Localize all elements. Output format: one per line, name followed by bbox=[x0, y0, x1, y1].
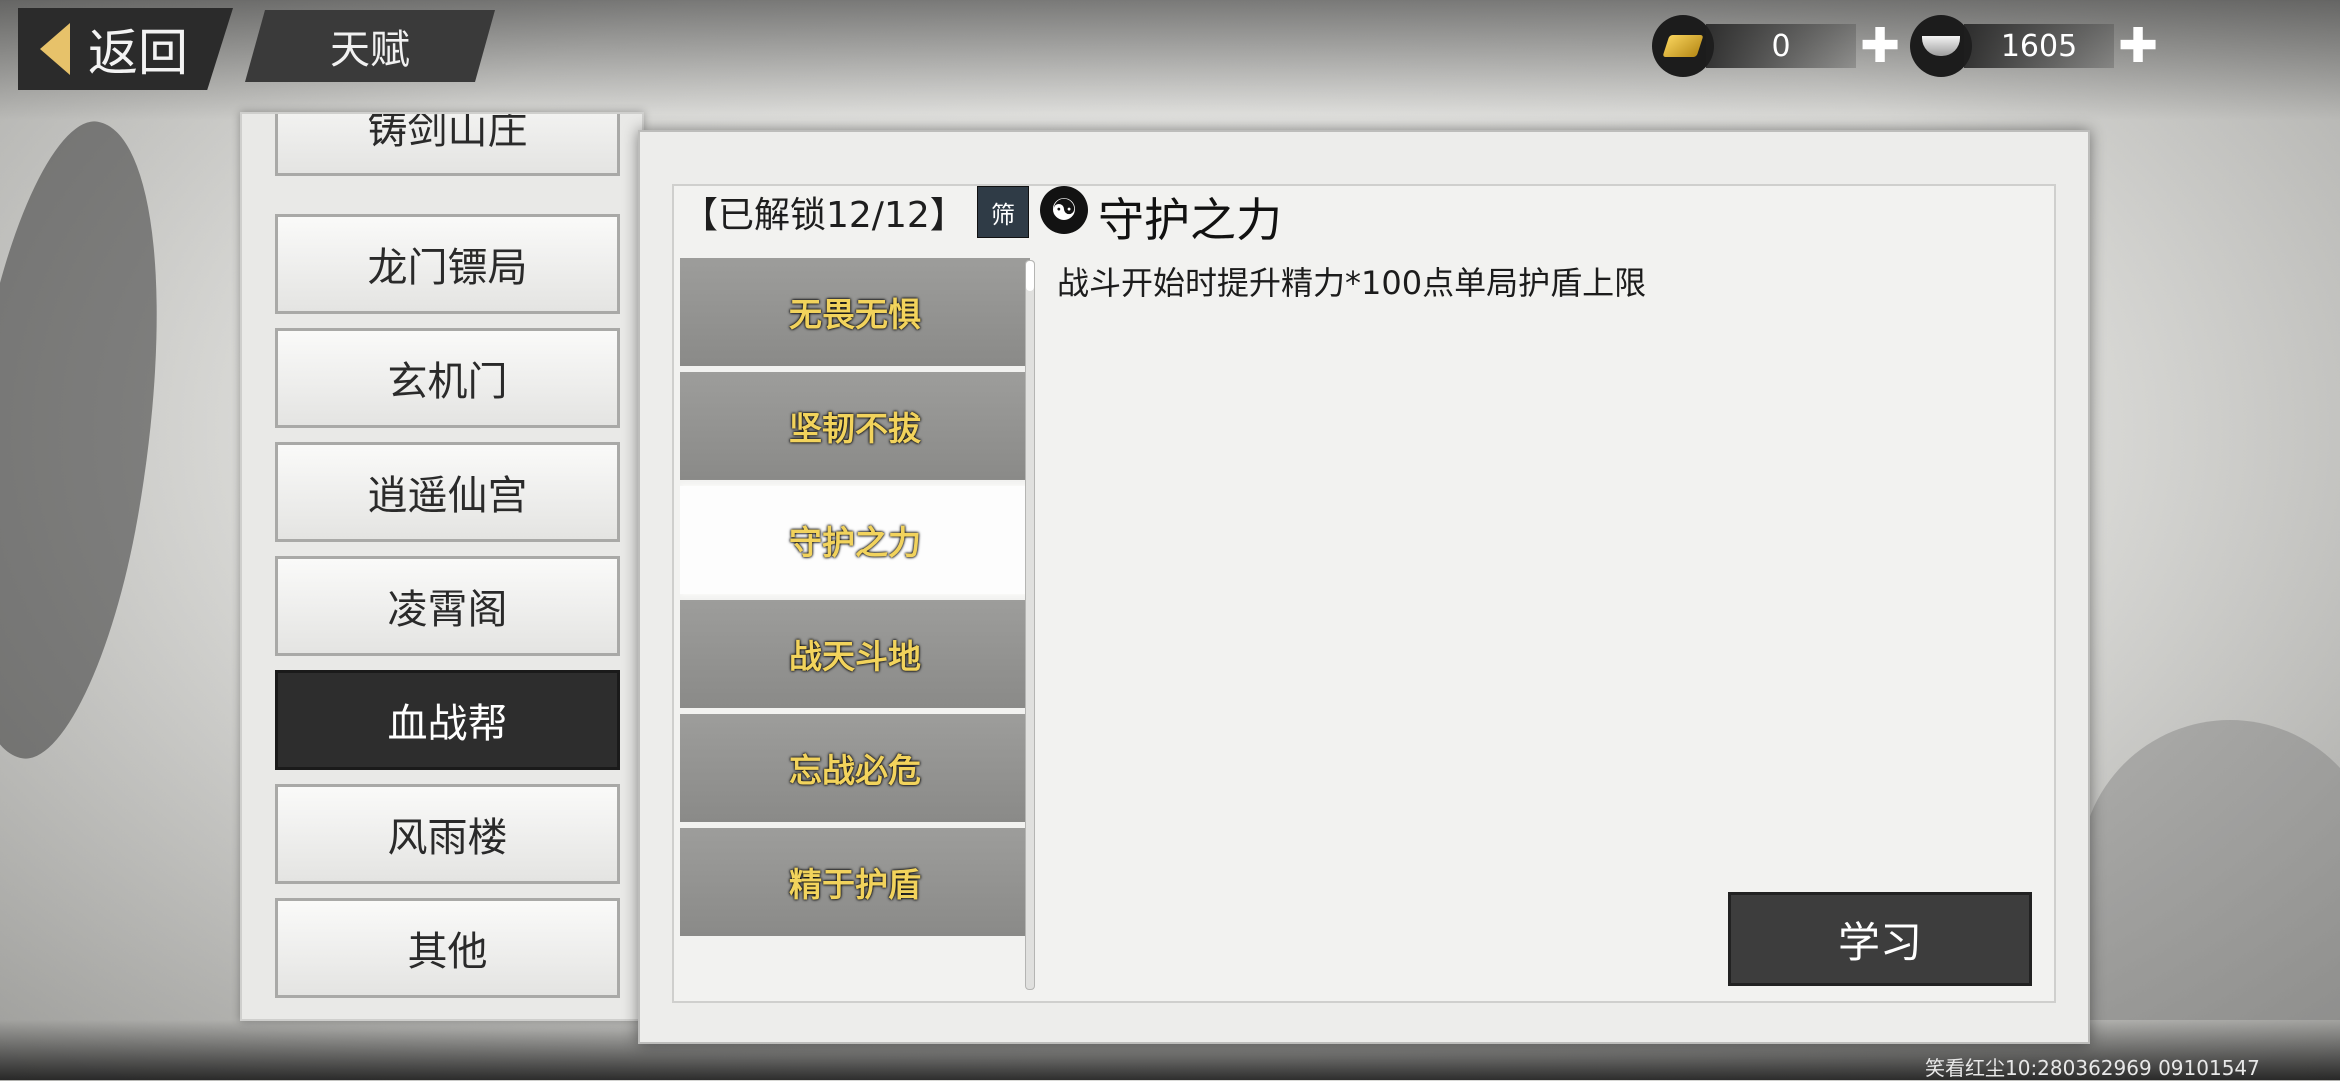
watermark: 笑看红尘10:280362969 09101547 bbox=[1925, 1056, 2260, 1080]
sect-item-other[interactable]: 其他 bbox=[275, 898, 620, 998]
page-title: 天赋 bbox=[245, 10, 495, 82]
talent-item[interactable]: 忘战必危 bbox=[680, 714, 1030, 822]
bamboo-decoration bbox=[0, 109, 205, 771]
sect-label: 其他 bbox=[407, 929, 488, 975]
sect-item-zhujian[interactable]: 铸剑山庄 bbox=[275, 112, 620, 176]
sect-label: 铸剑山庄 bbox=[367, 112, 528, 153]
sect-label: 龙门镖局 bbox=[367, 245, 528, 291]
sect-item-xiaoyao[interactable]: 逍遥仙宫 bbox=[275, 442, 620, 542]
sect-list[interactable]: 铸剑山庄 龙门镖局 玄机门 逍遥仙宫 凌霄阁 血战帮 风雨楼 其他 bbox=[240, 112, 644, 1021]
talent-emblem-icon: ☯ bbox=[1040, 186, 1088, 234]
silver-ingot-icon bbox=[1910, 15, 1972, 77]
talent-item[interactable]: 战天斗地 bbox=[680, 600, 1030, 708]
back-button[interactable]: 返回 bbox=[18, 8, 233, 90]
talent-title: 守护之力 bbox=[1098, 193, 1282, 247]
sect-item-longmen[interactable]: 龙门镖局 bbox=[275, 214, 620, 314]
talent-label: 战天斗地 bbox=[789, 637, 921, 676]
scroll-thumb[interactable] bbox=[1026, 261, 1034, 291]
talent-label: 守护之力 bbox=[789, 523, 921, 562]
talent-label: 无畏无惧 bbox=[789, 295, 921, 334]
talent-label: 忘战必危 bbox=[789, 751, 921, 790]
silver-value: 1605 bbox=[1964, 24, 2114, 68]
sect-item-xuanji[interactable]: 玄机门 bbox=[275, 328, 620, 428]
gold-add-plus-icon[interactable]: ✚ bbox=[1860, 22, 1900, 70]
silver-add-plus-icon[interactable]: ✚ bbox=[2118, 22, 2158, 70]
talent-item-selected[interactable]: 守护之力 bbox=[680, 486, 1030, 594]
sect-label: 逍遥仙宫 bbox=[367, 473, 528, 519]
sect-label: 玄机门 bbox=[387, 359, 508, 405]
gold-value: 0 bbox=[1706, 24, 1856, 68]
talent-label: 精于护盾 bbox=[789, 865, 921, 904]
unlock-count: 【已解锁12/12】 bbox=[682, 195, 966, 236]
sect-label: 凌霄阁 bbox=[387, 587, 508, 633]
back-label: 返回 bbox=[88, 24, 188, 82]
talent-item[interactable]: 精于护盾 bbox=[680, 828, 1030, 936]
sect-item-xuezhan[interactable]: 血战帮 bbox=[275, 670, 620, 770]
sect-item-lingxiao[interactable]: 凌霄阁 bbox=[275, 556, 620, 656]
silver-currency: 1605 ✚ bbox=[1910, 15, 2158, 77]
filter-button[interactable]: 筛 bbox=[977, 186, 1029, 238]
talent-item[interactable]: 坚韧不拔 bbox=[680, 372, 1030, 480]
talent-description: 战斗开始时提升精力*100点单局护盾上限 bbox=[1057, 264, 1647, 302]
talent-list[interactable]: 无畏无惧 坚韧不拔 守护之力 战天斗地 忘战必危 精于护盾 bbox=[680, 258, 1030, 988]
talent-item[interactable]: 无畏无惧 bbox=[680, 258, 1030, 366]
talent-label: 坚韧不拔 bbox=[789, 409, 921, 448]
talent-scrollbar[interactable] bbox=[1025, 260, 1035, 990]
gold-currency: 0 ✚ bbox=[1652, 15, 1900, 77]
gold-ingot-icon bbox=[1652, 15, 1714, 77]
sect-label: 风雨楼 bbox=[387, 815, 508, 861]
learn-button[interactable]: 学习 bbox=[1728, 892, 2032, 986]
sect-item-fengyu[interactable]: 风雨楼 bbox=[275, 784, 620, 884]
sect-label: 血战帮 bbox=[387, 701, 508, 747]
back-arrow-icon bbox=[40, 23, 70, 75]
mountain-decoration bbox=[2080, 720, 2340, 1020]
